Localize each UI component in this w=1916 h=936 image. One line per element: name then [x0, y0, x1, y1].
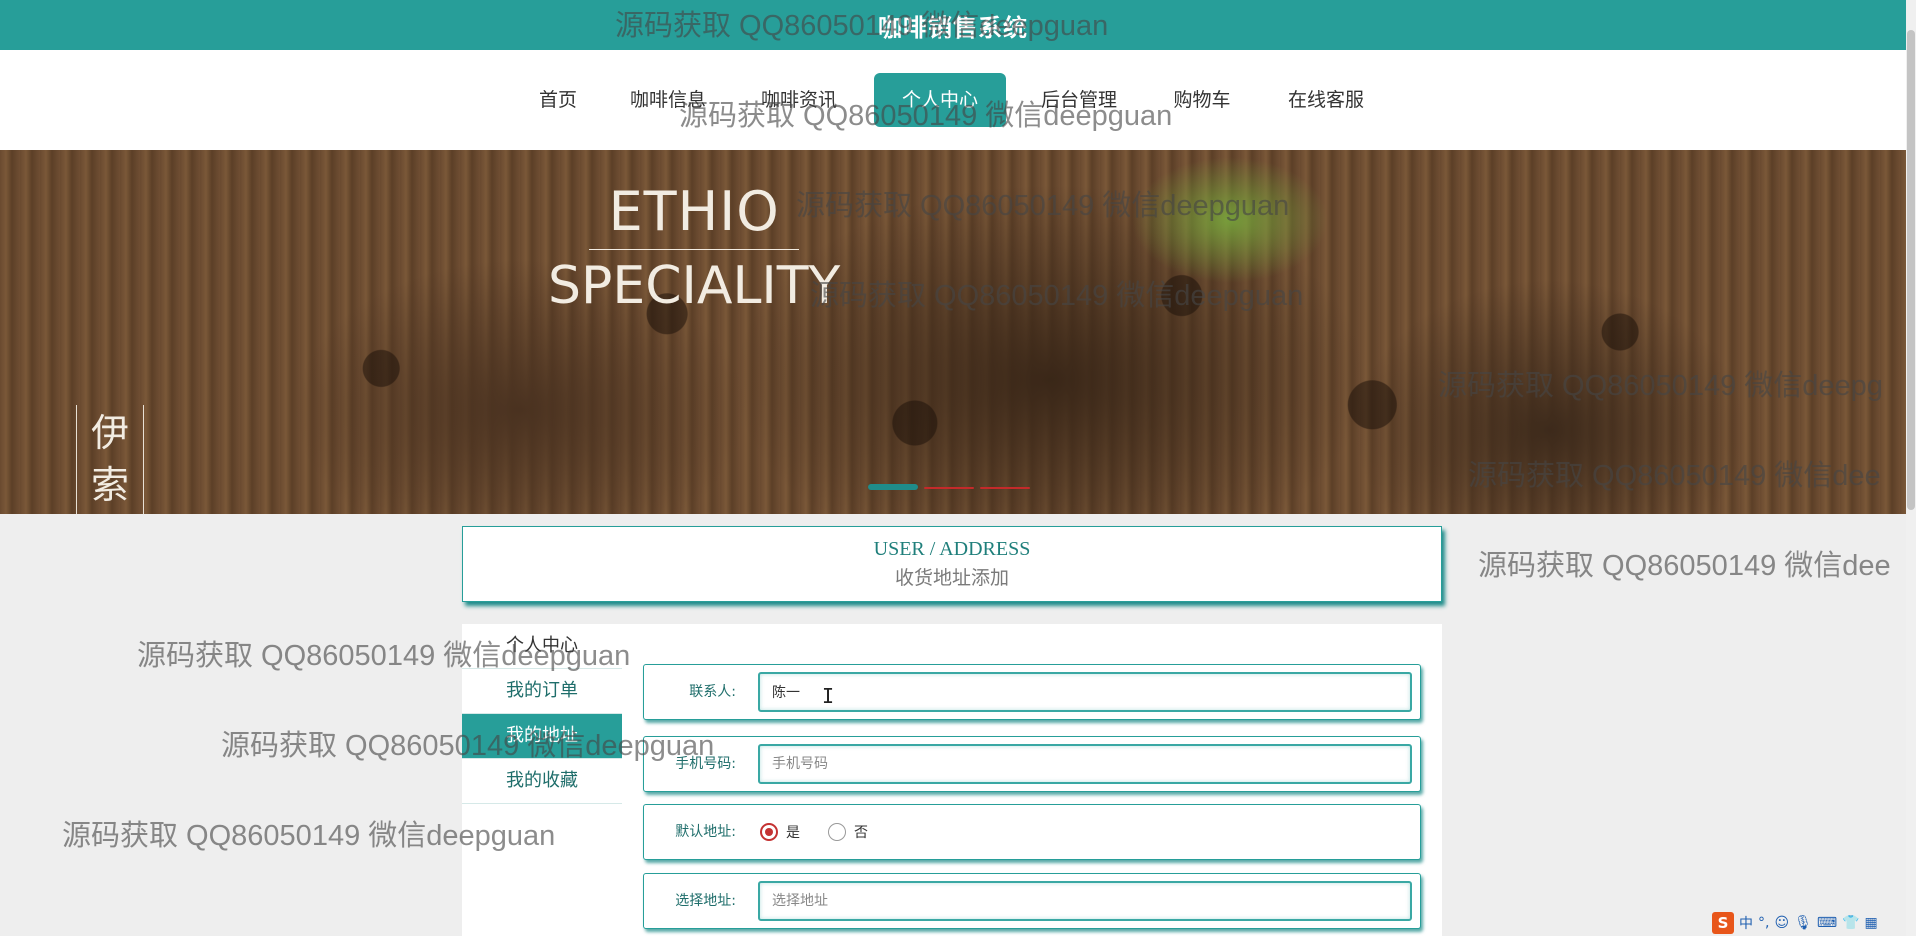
section-title-cn: 收货地址添加 — [894, 568, 1009, 589]
banner-brand-line2: SPECIALITY — [548, 256, 841, 316]
contact-label: 联系人: — [689, 684, 736, 700]
sidebar-item-favorites[interactable]: 我的收藏 — [462, 759, 622, 804]
carousel-indicator-2[interactable] — [924, 487, 974, 489]
scrollbar-thumb[interactable] — [1907, 30, 1915, 510]
nav-online-service[interactable]: 在线客服 — [1284, 73, 1368, 127]
phone-row: 手机号码: — [643, 736, 1421, 792]
default-yes-label[interactable]: 是 — [786, 822, 800, 842]
address-label: 选择地址: — [675, 893, 736, 909]
banner-brand-line1: ETHIO — [608, 180, 780, 243]
keyboard-icon[interactable]: ⌨ — [1817, 915, 1837, 931]
nav-home[interactable]: 首页 — [534, 73, 582, 127]
banner-brand-en: ETHIO SPECIALITY — [548, 180, 841, 316]
top-header-bar: 咖啡销售系统 — [0, 0, 1906, 50]
default-address-radio-group: 是 否 — [760, 822, 896, 842]
site-title: 咖啡销售系统 — [878, 14, 1028, 42]
default-address-row: 默认地址: 是 否 — [643, 804, 1421, 860]
ime-mode-label[interactable]: 中 — [1739, 913, 1753, 933]
coffee-beans-image — [0, 150, 1906, 514]
emoji-icon[interactable]: ☺ — [1774, 915, 1789, 931]
nav-admin[interactable]: 后台管理 — [1037, 73, 1121, 127]
sidebar-item-orders[interactable]: 我的订单 — [462, 669, 622, 714]
contact-row: 联系人: — [643, 664, 1421, 720]
default-yes-radio[interactable] — [760, 823, 778, 841]
phone-label: 手机号码: — [675, 756, 736, 772]
section-title-en: USER / ADDRESS — [873, 538, 1031, 560]
skin-icon[interactable]: 👕 — [1842, 915, 1859, 931]
address-row: 选择地址: — [643, 873, 1421, 929]
text-cursor-icon: I — [822, 684, 835, 708]
toolbox-icon[interactable]: ▦ — [1865, 915, 1878, 931]
carousel-indicator-1[interactable] — [868, 484, 918, 490]
section-heading: USER / ADDRESS 收货地址添加 — [462, 526, 1442, 602]
nav-cart[interactable]: 购物车 — [1170, 73, 1234, 127]
carousel-indicator-3[interactable] — [980, 487, 1030, 489]
microphone-icon[interactable]: 🎙 — [1794, 915, 1812, 931]
sidebar-item-personal-center[interactable]: 个人中心 — [462, 624, 622, 669]
nav-coffee-info[interactable]: 咖啡信息 — [628, 73, 708, 127]
carousel-indicators — [868, 484, 1030, 490]
sidebar-item-address[interactable]: 我的地址 — [462, 714, 622, 759]
banner-brand-rule — [589, 249, 800, 250]
main-nav: 首页 咖啡信息 咖啡资讯 个人中心 后台管理 购物车 在线客服 — [0, 50, 1906, 150]
watermark: 源码获取 QQ86050149 微信dee — [1478, 550, 1891, 582]
default-no-label[interactable]: 否 — [854, 822, 868, 842]
sogou-ime-logo-icon[interactable]: S — [1712, 912, 1734, 934]
nav-personal-center[interactable]: 个人中心 — [874, 73, 1006, 127]
default-no-radio[interactable] — [828, 823, 846, 841]
default-address-label: 默认地址: — [675, 824, 736, 840]
hero-banner: ETHIO SPECIALITY 伊索 — [0, 150, 1906, 514]
user-sidebar: 个人中心 我的订单 我的地址 我的收藏 — [462, 624, 622, 804]
banner-brand-cn: 伊索 — [76, 405, 144, 514]
address-input[interactable] — [758, 881, 1412, 921]
punctuation-icon[interactable]: °, — [1758, 915, 1769, 931]
nav-coffee-news[interactable]: 咖啡资讯 — [757, 73, 841, 127]
phone-input[interactable] — [758, 744, 1412, 784]
ime-tray: S 中 °, ☺ 🎙 ⌨ 👕 ▦ — [1712, 910, 1878, 936]
contact-input[interactable] — [758, 672, 1412, 712]
